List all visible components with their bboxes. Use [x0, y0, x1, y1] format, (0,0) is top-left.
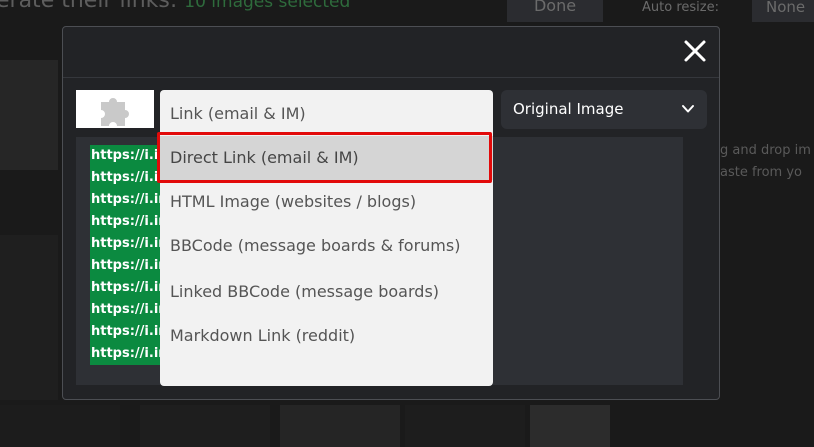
drop-hint-line-2: aste from yo: [720, 165, 802, 180]
link-line: https://i.ir: [90, 255, 161, 277]
link-line: https://i.i: [90, 167, 161, 189]
plugin-button[interactable]: [76, 90, 154, 128]
option-direct-link[interactable]: Direct Link (email & IM): [160, 136, 493, 180]
auto-resize-select[interactable]: None: [752, 0, 814, 22]
option-link[interactable]: Link (email & IM): [160, 92, 493, 136]
puzzle-icon: [101, 98, 129, 126]
option-linked-bbcode[interactable]: Linked BBCode (message boards): [160, 270, 493, 314]
background-thumbnail: [140, 405, 270, 447]
link-line: https://i.ir: [90, 321, 161, 343]
link-line: https://i.ir: [90, 211, 161, 233]
background-thumbnail: [0, 405, 120, 447]
close-icon[interactable]: [681, 37, 709, 65]
background-thumbnail: [0, 235, 58, 400]
done-button[interactable]: Done: [507, 0, 603, 22]
option-markdown-link[interactable]: Markdown Link (reddit): [160, 314, 493, 358]
selected-count: 10 images selected: [184, 0, 351, 12]
link-line: https://i.ir: [90, 277, 161, 299]
background-heading: erate their links: 10 images selected: [0, 0, 350, 13]
link-line: https://i.ir: [90, 299, 161, 321]
link-line: https://i.ir: [90, 233, 161, 255]
image-size-value: Original Image: [513, 100, 624, 118]
modal-header: [63, 27, 719, 78]
background-thumbnail: [280, 405, 400, 447]
link-line: https://i.ir: [90, 189, 161, 211]
link-line: https://i.i: [90, 145, 161, 167]
auto-resize-label: Auto resize:: [642, 0, 719, 15]
background-thumbnail: [0, 60, 58, 170]
background-thumbnail: [530, 405, 610, 447]
background-heading-text: erate their links:: [0, 0, 178, 13]
chevron-down-icon: [682, 105, 694, 113]
background-thumbnail: [405, 405, 525, 447]
link-type-dropdown: Link (email & IM) Direct Link (email & I…: [160, 90, 493, 386]
option-html-image[interactable]: HTML Image (websites / blogs): [160, 180, 493, 224]
drop-hint-line-1: g and drop im: [720, 143, 811, 158]
image-size-select[interactable]: Original Image: [501, 90, 707, 129]
link-line: https://i.ir: [90, 343, 161, 365]
option-bbcode[interactable]: BBCode (message boards & forums): [160, 224, 493, 268]
